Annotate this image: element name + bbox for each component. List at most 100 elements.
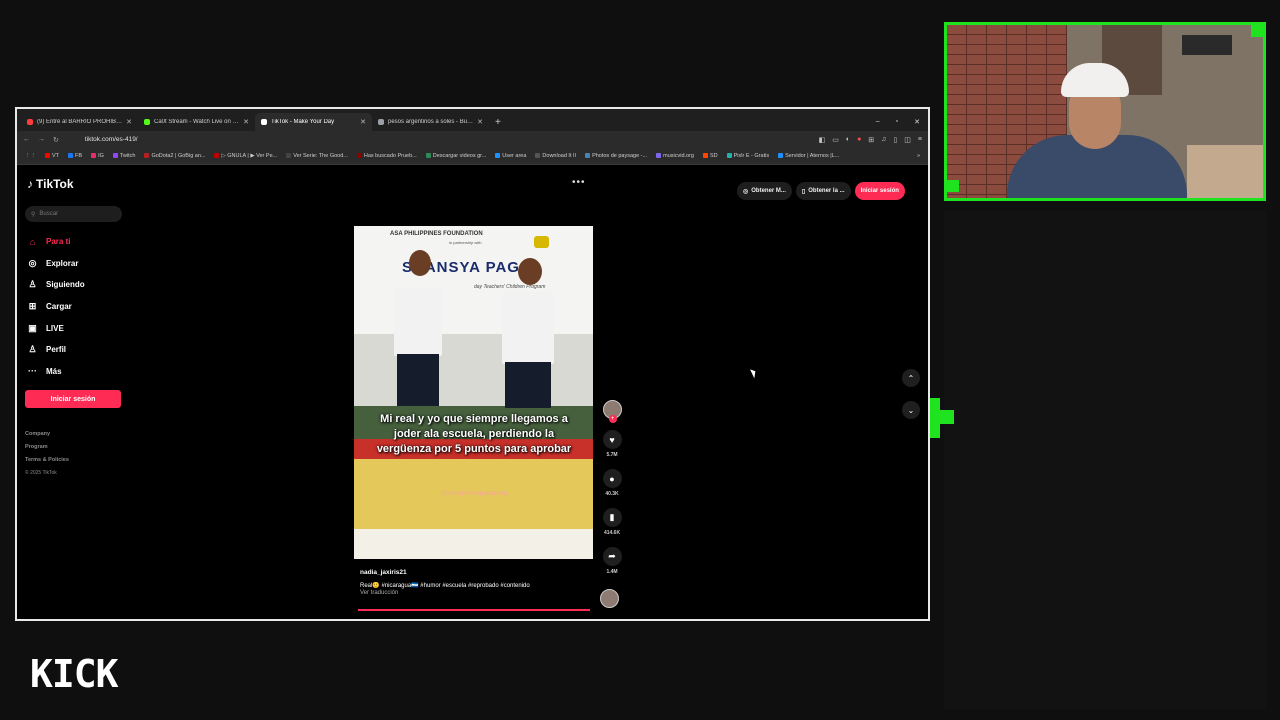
sidebar-item-para-ti[interactable]: ⌂ Para ti [27, 231, 85, 253]
minimize-button[interactable]: – [876, 118, 880, 126]
close-tab-icon[interactable]: ✕ [243, 118, 249, 126]
forward-icon[interactable]: → [38, 136, 45, 143]
extension-icon[interactable]: ◧ [819, 136, 826, 144]
sidebar-item-explorar[interactable]: ◎ Explorar [27, 253, 85, 275]
save-action[interactable]: ▮ 414.6K [602, 508, 622, 536]
bookmark[interactable]: Servidor | Aternos |L... [778, 153, 839, 159]
share-icon[interactable]: ➦ [602, 547, 622, 566]
bookmark-icon [535, 153, 541, 159]
frame-corner-icon [947, 180, 959, 192]
bookmark-icon [495, 153, 501, 159]
reload-icon[interactable]: ↻ [53, 136, 59, 144]
tiktok-logo[interactable]: ♪ TikTok [27, 177, 74, 191]
heart-icon[interactable]: ♥ [602, 430, 622, 449]
tiktok-note-icon: ♪ [27, 177, 33, 191]
bookmark[interactable]: User area [495, 153, 526, 159]
menu-icon[interactable]: ≡ [918, 136, 922, 144]
video-meta: nadia_jaxiris21 Real🙂 #nicaragua🇳🇮 #humo… [360, 569, 600, 596]
webcam-overlay [944, 22, 1266, 201]
footer-link-terms[interactable]: Terms & Policies [25, 454, 69, 467]
stream-layout: (9) Entré al BARRIO PROHIBIDO de T ✕ Ca0… [0, 0, 1280, 720]
footer-link-program[interactable]: Program [25, 441, 69, 454]
bookmark[interactable]: Photos de paysage -... [585, 153, 647, 159]
video-banner: ASA PHILIPPINES FOUNDATION in partnershi… [354, 226, 593, 334]
sidebar-item-cargar[interactable]: ⊞ Cargar [27, 296, 85, 318]
bookmark-icon [144, 153, 150, 159]
close-tab-icon[interactable]: ✕ [126, 118, 132, 126]
get-desktop-label: Obtener la ... [808, 188, 845, 194]
like-action[interactable]: ♥ 5.7M [602, 430, 622, 458]
maximize-button[interactable]: ▫ [896, 118, 898, 126]
bookmark[interactable]: Download It II [535, 153, 576, 159]
bookmark[interactable]: musicvid.org [656, 153, 694, 159]
browser-tab-active[interactable]: TikTok - Make Your Day ✕ [255, 113, 372, 131]
video-person-left [394, 288, 442, 356]
tab-label: TikTok - Make Your Day [271, 119, 335, 125]
sound-avatar[interactable] [600, 589, 619, 608]
extension-icon[interactable]: ⊞ [868, 136, 874, 144]
bookmark[interactable]: GoDota2 | GoBig an... [144, 153, 205, 159]
top-login-button[interactable]: Iniciar sesión [854, 182, 905, 200]
bookmark[interactable]: Pixlr E - Gratis [726, 153, 769, 159]
previous-video-button[interactable]: ⌃ [902, 369, 920, 387]
extension-icon[interactable]: ● [857, 136, 861, 144]
next-video-button[interactable]: ⌄ [902, 401, 920, 419]
comment-count: 40.3K [605, 491, 619, 497]
author-username[interactable]: nadia_jaxiris21 [360, 569, 600, 576]
bookmark[interactable]: IG [91, 153, 104, 159]
search-input[interactable]: ⚲ Buscar [25, 206, 122, 222]
bookmark[interactable]: VT [45, 153, 59, 159]
bookmark[interactable]: SD [702, 153, 718, 159]
browser-tab[interactable]: Ca0t Stream - Watch Live on Kick ✕ [138, 113, 255, 131]
author-avatar[interactable]: + [602, 400, 622, 423]
footer-link-company[interactable]: Company [25, 428, 69, 441]
bookmark-label: Servidor | Aternos |L... [785, 153, 840, 159]
bookmark-icon [214, 153, 220, 159]
extension-icon[interactable]: ◐ [846, 136, 850, 144]
extension-icon[interactable]: ▯ [893, 136, 897, 144]
translate-link[interactable]: Ver traducción [360, 590, 600, 596]
bookmark-icon[interactable]: ▮ [602, 508, 622, 527]
bookmark[interactable]: FB [68, 153, 82, 159]
get-desktop-button[interactable]: ▯ Obtener la ... [795, 182, 851, 200]
bookmarks-more-button[interactable]: » [917, 153, 920, 159]
video-player[interactable]: ASA PHILIPPINES FOUNDATION in partnershi… [354, 226, 593, 559]
bookmark-label: VT [52, 153, 60, 159]
bookmark[interactable]: Ver Serie: The Good... [286, 153, 348, 159]
bookmark[interactable]: Twitch [112, 153, 135, 159]
comment-action[interactable]: ● 40.3K [602, 469, 622, 497]
back-icon[interactable]: ← [23, 136, 30, 143]
url-field[interactable]: tiktok.com/es-419/ [85, 136, 811, 143]
video-progress-bar[interactable] [358, 609, 590, 611]
bookmark[interactable]: Has buscado Prueb... [356, 153, 417, 159]
sidebar-item-live[interactable]: ▣ LIVE [27, 317, 85, 339]
browser-tab[interactable]: (9) Entré al BARRIO PROHIBIDO de T ✕ [21, 113, 138, 131]
more-options-icon[interactable]: ••• [572, 177, 586, 188]
browser-tab[interactable]: pesos argentinos a soles - Buscar con ✕ [372, 113, 489, 131]
chevron-up-icon: ⌃ [907, 373, 915, 383]
close-tab-icon[interactable]: ✕ [360, 118, 366, 126]
bookmark[interactable]: ▷ GNULA | ▶ Ver Pe... [214, 153, 277, 159]
extension-icon[interactable]: ▭ [832, 136, 839, 144]
extension-icon[interactable]: ♫ [881, 136, 886, 144]
get-app-button[interactable]: ◎ Obtener M... [737, 182, 792, 200]
google-icon [378, 119, 384, 125]
close-window-button[interactable]: ✕ [914, 118, 920, 126]
sidebar-item-label: Explorar [46, 258, 79, 268]
apps-icon[interactable]: ⋮⋮ [25, 153, 36, 159]
sidebar-item-mas[interactable]: ··· Más [27, 361, 85, 383]
new-tab-button[interactable]: + [489, 117, 507, 131]
bookmark-label: User area [502, 153, 527, 159]
frame-corner-icon [1251, 25, 1263, 37]
share-action[interactable]: ➦ 1.4M [602, 547, 622, 575]
sidebar-item-siguiendo[interactable]: ♙ Siguiendo [27, 274, 84, 296]
sidebar-item-label: Más [46, 366, 62, 376]
login-button[interactable]: Iniciar sesión [25, 390, 121, 408]
follow-plus-icon[interactable]: + [608, 415, 617, 423]
comment-icon[interactable]: ● [602, 469, 622, 488]
close-tab-icon[interactable]: ✕ [477, 118, 483, 126]
bookmark[interactable]: Descargar videos gr... [425, 153, 486, 159]
extension-icon[interactable]: ◫ [904, 136, 911, 144]
tab-label: Ca0t Stream - Watch Live on Kick [154, 119, 240, 125]
sidebar-item-perfil[interactable]: ♙ Perfil [27, 339, 85, 361]
